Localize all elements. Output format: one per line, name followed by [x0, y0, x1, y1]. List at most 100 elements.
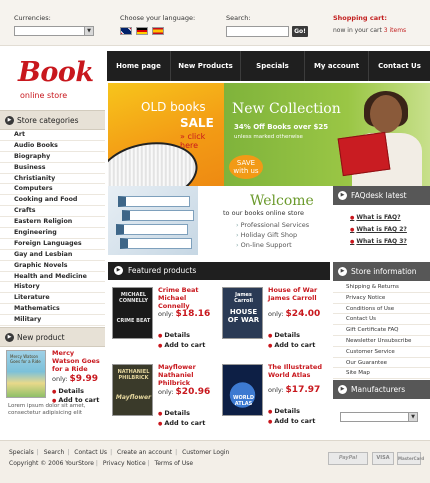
- info-item[interactable]: Contact Us: [333, 314, 430, 326]
- footer-link-login[interactable]: Customer Login: [182, 449, 229, 456]
- arrow-right-icon: ▶: [5, 116, 14, 125]
- click-here-link[interactable]: » click here: [180, 132, 224, 150]
- category-item[interactable]: Foreign Languages: [0, 239, 105, 250]
- category-item[interactable]: Mathematics: [0, 304, 105, 316]
- info-item[interactable]: Gift Certificate FAQ: [333, 325, 430, 336]
- product-cover[interactable]: James Carroll HOUSE OF WAR: [222, 287, 263, 339]
- category-item[interactable]: Health and Medicine: [0, 272, 105, 283]
- category-item[interactable]: Art: [0, 130, 105, 141]
- footer-link-search[interactable]: Search: [44, 449, 65, 456]
- welcome-subtitle: to our books online store: [223, 209, 305, 217]
- product-name[interactable]: Mayflower Nathaniel Philbrick: [158, 363, 216, 387]
- product-add-to-cart[interactable]: ● Add to cart: [158, 419, 205, 427]
- search-input[interactable]: [226, 26, 289, 37]
- flag-english-icon[interactable]: [120, 27, 132, 35]
- footer-link-specials[interactable]: Specials: [9, 449, 34, 456]
- category-item[interactable]: Engineering: [0, 228, 105, 239]
- info-item[interactable]: Our Guarantee: [333, 358, 430, 369]
- category-item[interactable]: Biography: [0, 152, 105, 163]
- info-item[interactable]: Privacy Notice: [333, 293, 430, 304]
- category-item[interactable]: Gay and Lesbian: [0, 250, 105, 261]
- category-item[interactable]: History: [0, 282, 105, 294]
- category-item[interactable]: Business: [0, 163, 105, 174]
- featured-header: ▶ Featured products: [108, 262, 330, 280]
- product-name[interactable]: House of War James Carroll: [268, 286, 326, 302]
- price-label: only:: [52, 375, 68, 383]
- nav-contact-us[interactable]: Contact Us: [369, 51, 430, 81]
- new-product-name[interactable]: Mercy Watson Goes for a Ride: [52, 349, 102, 373]
- price-value: $9.99: [69, 374, 99, 384]
- new-product-cover[interactable]: Mercy Watson Goes for a Ride: [6, 350, 46, 398]
- product-details-link[interactable]: ● Details: [158, 409, 190, 417]
- category-item[interactable]: Military: [0, 315, 105, 327]
- search-go-button[interactable]: Go!: [292, 26, 308, 37]
- footer-link-terms[interactable]: Terms of Use: [155, 460, 193, 467]
- store-info-header: ▶ Store information: [333, 262, 430, 281]
- currency-select[interactable]: ▼: [14, 26, 94, 36]
- chevron-down-icon: ▼: [84, 27, 93, 35]
- bullet-icon: ●: [158, 343, 163, 349]
- faq-header: ▶ FAQdesk latest: [333, 186, 430, 205]
- product-name[interactable]: Crime Beat Michael Connelly: [158, 286, 216, 310]
- product-add-to-cart[interactable]: ● Add to cart: [158, 341, 205, 349]
- new-product-description: Lorem ipsum dolor sit amet, consectetur …: [8, 403, 86, 416]
- category-item[interactable]: Crafts: [0, 206, 105, 218]
- old-books-text: OLD books: [141, 100, 206, 114]
- category-item[interactable]: Christianity: [0, 174, 105, 185]
- nav-my-account[interactable]: My account: [305, 51, 369, 81]
- product-cover[interactable]: NATHANIEL PHILBRICK Mayflower: [112, 364, 153, 416]
- category-item[interactable]: Eastern Religion: [0, 217, 105, 229]
- product-details-link[interactable]: ● Details: [268, 331, 300, 339]
- product-add-to-cart[interactable]: ● Add to cart: [268, 417, 315, 425]
- category-item[interactable]: Audio Books: [0, 141, 105, 152]
- info-item[interactable]: Shipping & Returns: [333, 282, 430, 293]
- reader-image: [337, 91, 422, 186]
- product-cover[interactable]: WORLD ATLAS: [222, 364, 263, 416]
- new-product-details-link[interactable]: ● Details: [52, 387, 84, 395]
- bullet-icon: ●: [158, 333, 163, 339]
- nav-new-products[interactable]: New Products: [171, 51, 241, 81]
- nav-specials[interactable]: Specials: [241, 51, 305, 81]
- product-details-link[interactable]: ● Details: [268, 407, 300, 415]
- product-cover[interactable]: MICHAEL CONNELLY CRIME BEAT: [112, 287, 153, 339]
- price-label: only:: [158, 388, 174, 396]
- cart-items-link[interactable]: 3 items: [384, 27, 406, 34]
- product-details-link[interactable]: ● Details: [158, 331, 190, 339]
- info-item[interactable]: Site Map: [333, 368, 430, 380]
- category-list: Art Audio Books Biography Business Chris…: [0, 130, 105, 327]
- info-item[interactable]: Customer Service: [333, 347, 430, 358]
- flag-spanish-icon[interactable]: [152, 27, 164, 35]
- categories-title: Store categories: [17, 116, 79, 125]
- cart-title[interactable]: Shopping cart:: [333, 14, 387, 22]
- logo-title[interactable]: Book: [18, 57, 94, 88]
- faq-item-3[interactable]: ● What is FAQ 3?: [350, 238, 407, 245]
- cover-author: James Carroll: [234, 292, 253, 304]
- nav-home[interactable]: Home page: [107, 51, 171, 81]
- faq-item-label: What is FAQ?: [356, 214, 401, 221]
- cover-title: CRIME BEAT: [116, 318, 151, 324]
- manufacturers-select[interactable]: ▼: [340, 412, 418, 422]
- bullet-icon: ●: [350, 215, 355, 221]
- product-name[interactable]: The Illustrated World Atlas: [268, 363, 326, 379]
- category-item[interactable]: Cooking and Food: [0, 195, 105, 207]
- arrow-icon: ›: [236, 221, 239, 229]
- old-books-banner[interactable]: OLD books SALE » click here: [108, 83, 224, 186]
- info-item[interactable]: Newsletter Unsubscribe: [333, 336, 430, 347]
- welcome-link-services[interactable]: › Professional Services: [236, 221, 309, 229]
- faq-item-1[interactable]: ● What is FAQ?: [350, 214, 401, 221]
- faq-item-2[interactable]: ● What is FAQ 2?: [350, 226, 407, 233]
- category-item[interactable]: Graphic Novels: [0, 261, 105, 272]
- footer-link-create-account[interactable]: Create an account: [117, 449, 172, 456]
- info-item[interactable]: Conditions of Use: [333, 304, 430, 315]
- product-add-to-cart[interactable]: ● Add to cart: [268, 341, 315, 349]
- category-item[interactable]: Literature: [0, 293, 105, 305]
- footer-link-contact[interactable]: Contact Us: [74, 449, 107, 456]
- welcome-link-gift-shop[interactable]: › Holiday Gift Shop: [236, 231, 297, 239]
- welcome-link-support[interactable]: › On-line Support: [236, 241, 292, 249]
- footer-link-privacy[interactable]: Privacy Notice: [103, 460, 146, 467]
- flag-german-icon[interactable]: [136, 27, 148, 35]
- category-item[interactable]: Computers: [0, 184, 105, 196]
- cover-author: NATHANIEL PHILBRICK: [117, 369, 150, 381]
- new-collection-banner[interactable]: New Collection 34% Off Books over $25 un…: [224, 83, 430, 186]
- currencies-label: Currencies:: [14, 14, 51, 22]
